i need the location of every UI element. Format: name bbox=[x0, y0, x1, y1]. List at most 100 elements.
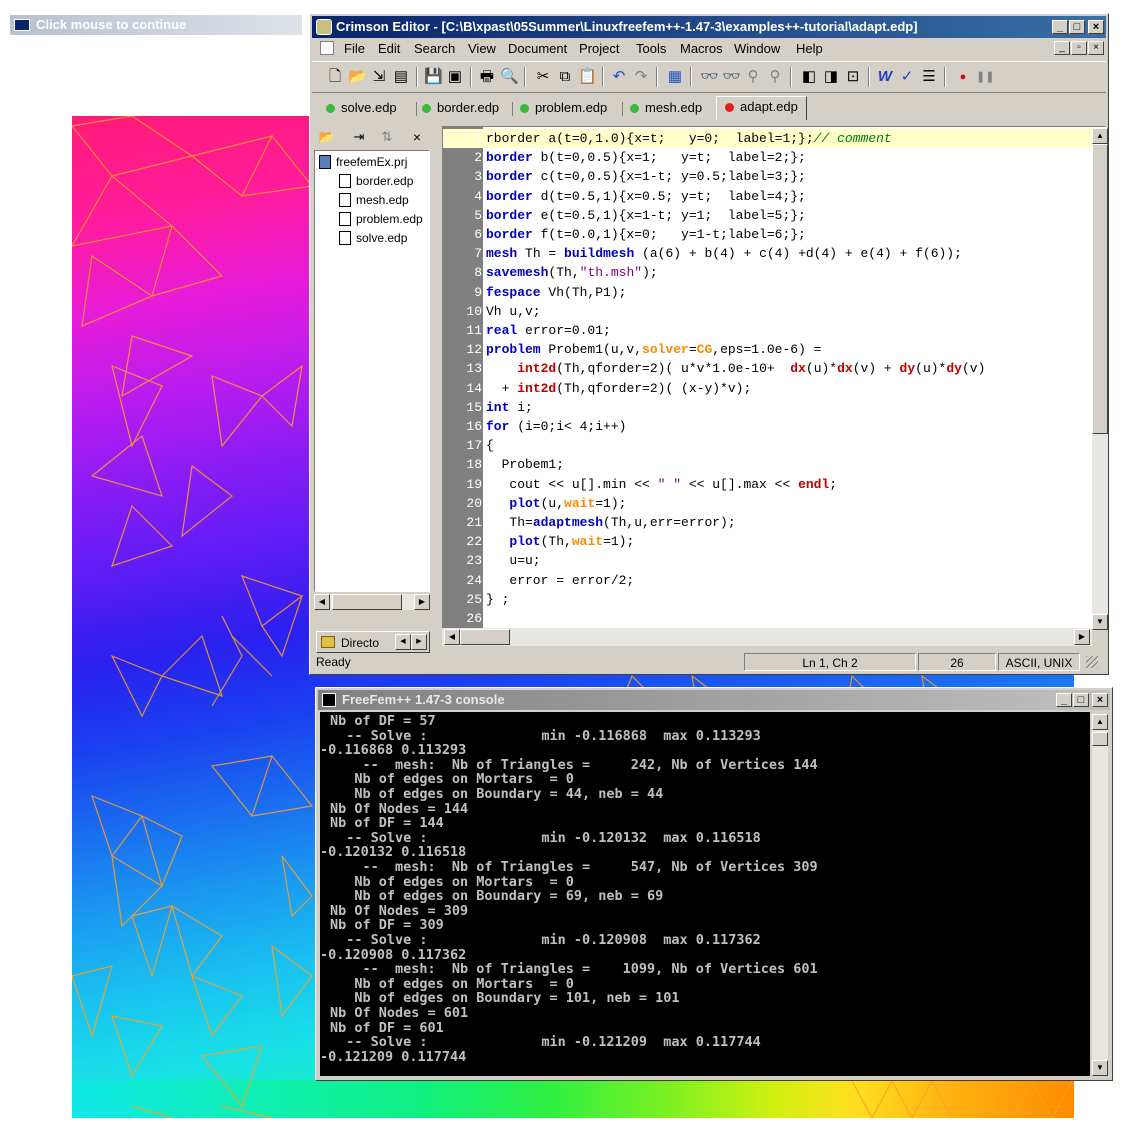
scroll-thumb[interactable] bbox=[1092, 144, 1108, 434]
undo-icon[interactable]: ↶ bbox=[610, 68, 628, 86]
code-text[interactable]: fespace Vh(Th,P1); bbox=[486, 283, 626, 302]
menu-help[interactable]: Help bbox=[796, 41, 823, 56]
scroll-right-icon[interactable]: ▶ bbox=[414, 594, 430, 610]
scroll-left-icon[interactable]: ◀ bbox=[444, 629, 460, 645]
minimize-button[interactable]: _ bbox=[1056, 693, 1072, 707]
code-line[interactable]: 25} ; bbox=[443, 590, 1095, 609]
tree-item-file[interactable]: solve.edp bbox=[339, 231, 407, 245]
line-numbers-icon[interactable]: ☰ bbox=[920, 68, 938, 86]
code-line[interactable]: 7 mesh Th = buildmesh (a(6) + b(4) + c(4)… bbox=[443, 244, 1095, 263]
code-text[interactable]: border f(t=0.0,1){x=0; y=1-t;label=6;}; bbox=[486, 225, 806, 244]
code-line[interactable]: 22 plot(Th,wait=1); bbox=[443, 532, 1095, 551]
tree-item-file[interactable]: border.edp bbox=[339, 174, 413, 188]
tab-mesh[interactable]: mesh.edp bbox=[630, 98, 702, 118]
document-icon[interactable] bbox=[320, 41, 334, 55]
code-text[interactable]: border c(t=0,0.5){x=1-t; y=0.5;label=3;}… bbox=[486, 167, 806, 186]
scroll-down-icon[interactable]: ▼ bbox=[1092, 1060, 1108, 1076]
replace-all-icon[interactable]: ⚲ bbox=[766, 68, 784, 86]
open-remote-icon[interactable]: ⇲ bbox=[370, 68, 388, 86]
tree-item-file[interactable]: problem.edp bbox=[339, 212, 423, 226]
menu-document[interactable]: Document bbox=[508, 41, 567, 56]
toggle-panel-icon[interactable]: ◧ bbox=[800, 68, 818, 86]
scroll-down-icon[interactable]: ▼ bbox=[1092, 614, 1108, 630]
find-icon[interactable]: 👓 bbox=[700, 68, 719, 86]
code-text[interactable]: cout << u[].min << " " << u[].max << end… bbox=[486, 475, 837, 494]
save-all-icon[interactable]: ▤ bbox=[392, 68, 410, 86]
code-text[interactable]: } ; bbox=[486, 590, 509, 609]
open-icon[interactable]: 📂 bbox=[348, 68, 367, 86]
column-mode-icon[interactable]: ▦ bbox=[666, 68, 684, 86]
code-line[interactable]: 5 border e(t=0.5,1){x=1-t; y=1; label=5;}… bbox=[443, 206, 1095, 225]
editor-titlebar[interactable]: Crimson Editor - [C:\B\xpast\05Summer\Li… bbox=[312, 16, 1106, 38]
scroll-up-icon[interactable]: ▲ bbox=[1092, 714, 1108, 730]
code-line[interactable]: 19 cout << u[].min << " " << u[].max << … bbox=[443, 475, 1095, 494]
code-text[interactable]: Vh u,v; bbox=[486, 302, 541, 321]
code-line[interactable]: 23 u=u; bbox=[443, 551, 1095, 570]
code-text[interactable]: border e(t=0.5,1){x=1-t; y=1; label=5;}; bbox=[486, 206, 806, 225]
doc-restore-button[interactable]: ▫ bbox=[1071, 41, 1087, 55]
code-text[interactable]: problem Probem1(u,v,solver=CG,eps=1.0e-6… bbox=[486, 340, 821, 359]
code-line[interactable]: 9 fespace Vh(Th,P1); bbox=[443, 283, 1095, 302]
menu-macros[interactable]: Macros bbox=[680, 41, 723, 56]
code-hscrollbar[interactable]: ◀ ▶ bbox=[442, 628, 1092, 646]
directory-tab[interactable]: Directo ◀ ▶ bbox=[316, 631, 430, 653]
code-line[interactable]: 10 Vh u,v; bbox=[443, 302, 1095, 321]
code-line[interactable]: 15 int i; bbox=[443, 398, 1095, 417]
code-line[interactable]: 12 problem Probem1(u,v,solver=CG,eps=1.0e… bbox=[443, 340, 1095, 359]
doc-minimize-button[interactable]: _ bbox=[1054, 41, 1070, 55]
code-line[interactable]: 17{ bbox=[443, 436, 1095, 455]
minimize-button[interactable]: _ bbox=[1052, 20, 1068, 34]
close-button[interactable]: × bbox=[1092, 693, 1108, 707]
code-line[interactable]: 6 border f(t=0.0,1){x=0; y=1-t;label=6;}; bbox=[443, 225, 1095, 244]
record-macro-icon[interactable]: ● bbox=[954, 68, 972, 86]
code-line[interactable]: 3 border c(t=0,0.5){x=1-t; y=0.5;label=3;… bbox=[443, 167, 1095, 186]
tab-problem[interactable]: problem.edp bbox=[520, 98, 607, 118]
menu-edit[interactable]: Edit bbox=[378, 41, 400, 56]
fullscreen-icon[interactable]: ⊡ bbox=[844, 68, 862, 86]
console-icon[interactable] bbox=[322, 693, 336, 707]
code-text[interactable]: error = error/2; bbox=[486, 571, 634, 590]
code-line[interactable]: 14 + int2d(Th,qforder=2)( (x-y)*v); bbox=[443, 379, 1095, 398]
code-text[interactable]: + int2d(Th,qforder=2)( (x-y)*v); bbox=[486, 379, 752, 398]
code-text[interactable]: mesh Th = buildmesh (a(6) + b(4) + c(4) … bbox=[486, 244, 962, 263]
output-window-icon[interactable]: ◨ bbox=[822, 68, 840, 86]
menu-file[interactable]: File bbox=[344, 41, 365, 56]
code-text[interactable]: Probem1; bbox=[486, 455, 564, 474]
code-text[interactable]: u=u; bbox=[486, 551, 540, 570]
pause-macro-icon[interactable]: ❚❚ bbox=[976, 68, 994, 86]
menu-search[interactable]: Search bbox=[414, 41, 455, 56]
code-vscrollbar[interactable]: ▲ ▼ bbox=[1092, 128, 1108, 630]
code-text[interactable]: savemesh(Th,"th.msh"); bbox=[486, 263, 658, 282]
menu-view[interactable]: View bbox=[468, 41, 496, 56]
code-line[interactable]: 4 border d(t=0.5,1){x=0.5; y=t; label=4;}… bbox=[443, 187, 1095, 206]
tab-adapt[interactable]: adapt.edp bbox=[716, 96, 807, 120]
tab-border[interactable]: border.edp bbox=[422, 98, 499, 118]
tab-solve[interactable]: solve.edp bbox=[326, 98, 397, 118]
menu-tools[interactable]: Tools bbox=[636, 41, 666, 56]
resize-grip-icon[interactable] bbox=[1086, 656, 1098, 668]
code-line[interactable]: 21 Th=adaptmesh(Th,u,err=error); bbox=[443, 513, 1095, 532]
scroll-left-icon[interactable]: ◀ bbox=[314, 594, 330, 610]
code-line[interactable]: 26 bbox=[443, 609, 1095, 628]
crimson-editor-app-icon[interactable] bbox=[316, 19, 332, 35]
maximize-button[interactable]: □ bbox=[1073, 693, 1089, 707]
project-hscrollbar[interactable]: ◀ ▶ bbox=[314, 594, 430, 610]
code-line[interactable]: 20 plot(u,wait=1); bbox=[443, 494, 1095, 513]
code-line[interactable]: 2 border b(t=0,0.5){x=1; y=t; label=2;}; bbox=[443, 148, 1095, 167]
copy-icon[interactable]: ⧉ bbox=[556, 68, 574, 86]
code-line[interactable]: 1 rborder a(t=0,1.0){x=t; y=0; label=1;};… bbox=[443, 129, 1095, 148]
tree-item-project[interactable]: freefemEx.prj bbox=[319, 155, 407, 169]
project-tree[interactable]: freefemEx.prj border.edp mesh.edp proble… bbox=[314, 150, 430, 592]
tab-next-icon[interactable]: ▶ bbox=[411, 634, 427, 650]
code-text[interactable]: plot(Th,wait=1); bbox=[486, 532, 634, 551]
tab-prev-icon[interactable]: ◀ bbox=[395, 634, 411, 650]
code-text[interactable]: rborder a(t=0,1.0){x=t; y=0; label=1;};/… bbox=[486, 129, 892, 148]
save-icon[interactable]: 💾 bbox=[424, 68, 443, 86]
open-project-icon[interactable]: 📂 bbox=[318, 128, 336, 146]
panel-close-icon[interactable]: × bbox=[408, 128, 426, 146]
print-icon[interactable]: 🖶 bbox=[478, 68, 496, 86]
replace-icon[interactable]: ⚲ bbox=[744, 68, 762, 86]
code-line[interactable]: 24 error = error/2; bbox=[443, 571, 1095, 590]
code-text[interactable]: int i; bbox=[486, 398, 533, 417]
word-wrap-icon[interactable]: W bbox=[876, 68, 894, 86]
